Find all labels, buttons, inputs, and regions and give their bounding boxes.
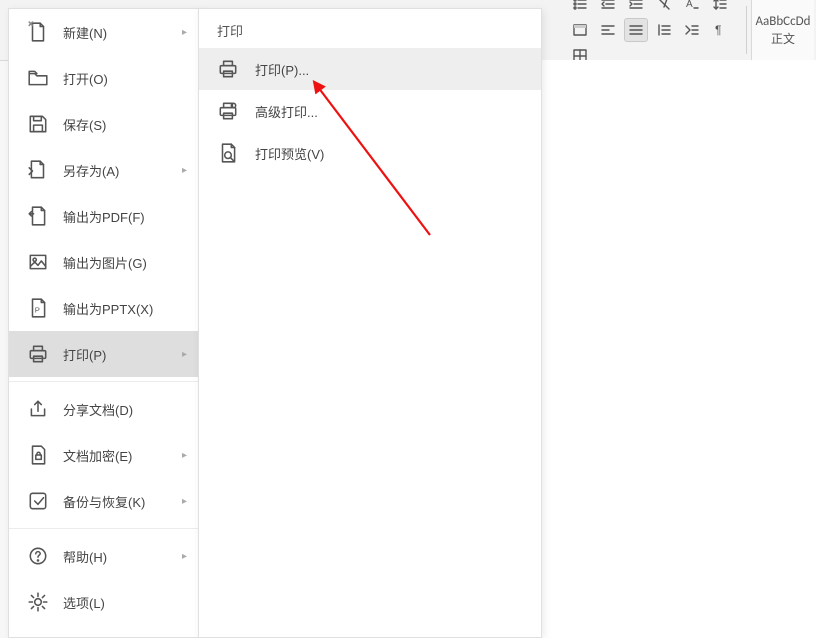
menu-export-image-label: 输出为图片(G) xyxy=(63,253,187,272)
app-root: A ¶ AaBbCcDd 正文 新建(N) ▸ xyxy=(0,0,816,638)
save-icon xyxy=(27,113,49,135)
svg-text:A: A xyxy=(686,0,693,10)
menu-help-label: 帮助(H) xyxy=(63,547,178,566)
menu-share[interactable]: 分享文档(D) xyxy=(9,386,199,432)
paragraph-mark-icon[interactable]: ¶ xyxy=(708,18,732,42)
menu-export-pptx[interactable]: P 输出为PPTX(X) xyxy=(9,285,199,331)
menu-export-pdf-label: 输出为PDF(F) xyxy=(63,207,187,226)
submenu-print-preview[interactable]: 打印预览(V) xyxy=(199,132,541,174)
svg-text:¶: ¶ xyxy=(715,23,721,37)
menu-save-label: 保存(S) xyxy=(63,115,187,134)
submenu-advanced-print[interactable]: 高级打印... xyxy=(199,90,541,132)
align-left-icon[interactable] xyxy=(596,18,620,42)
paragraph-group: A ¶ xyxy=(562,0,742,60)
menu-print-label: 打印(P) xyxy=(63,345,178,364)
menu-new[interactable]: 新建(N) ▸ xyxy=(9,9,199,55)
toolbar-separator xyxy=(746,6,747,54)
menu-export-image[interactable]: 输出为图片(G) xyxy=(9,239,199,285)
menu-backup-label: 备份与恢复(K) xyxy=(63,492,178,511)
indent-left-icon[interactable] xyxy=(596,0,620,16)
file-menu: 新建(N) ▸ 打开(O) 保存(S) 另存为(A) ▸ 输出为PDF(F) 输… xyxy=(8,8,200,638)
backup-icon xyxy=(27,490,49,512)
indent-right-icon[interactable] xyxy=(624,0,648,16)
image-icon xyxy=(27,251,49,273)
folder-open-icon xyxy=(27,67,49,89)
style-name-text: 正文 xyxy=(771,30,795,47)
menu-export-pptx-label: 输出为PPTX(X) xyxy=(63,299,187,318)
menu-backup[interactable]: 备份与恢复(K) ▸ xyxy=(9,478,199,524)
new-file-icon xyxy=(27,21,49,43)
print-submenu-header: 打印 xyxy=(199,9,541,48)
printer-icon xyxy=(217,58,239,80)
menu-save-as-label: 另存为(A) xyxy=(63,161,178,180)
print-preview-icon xyxy=(217,142,239,164)
align-justify-icon[interactable] xyxy=(624,18,648,42)
shading-icon[interactable] xyxy=(568,18,592,42)
style-sample-text: AaBbCcDd xyxy=(756,14,811,29)
printer-icon xyxy=(27,343,49,365)
submenu-arrow-icon: ▸ xyxy=(182,450,187,461)
menu-share-label: 分享文档(D) xyxy=(63,400,187,419)
menu-open-label: 打开(O) xyxy=(63,69,187,88)
print-submenu: 打印 打印(P)... 高级打印... 打印预览(V) xyxy=(198,8,542,638)
submenu-arrow-icon: ▸ xyxy=(182,165,187,176)
submenu-arrow-icon: ▸ xyxy=(182,349,187,360)
text-direction-icon[interactable]: A xyxy=(680,0,704,16)
submenu-advanced-print-label: 高级打印... xyxy=(255,102,523,121)
submenu-arrow-icon: ▸ xyxy=(182,551,187,562)
menu-print[interactable]: 打印(P) ▸ xyxy=(9,331,199,377)
menu-open[interactable]: 打开(O) xyxy=(9,55,199,101)
spacing-icon[interactable] xyxy=(708,0,732,16)
menu-options[interactable]: 选项(L) xyxy=(9,579,199,625)
share-icon xyxy=(27,398,49,420)
ribbon-right-group: A ¶ AaBbCcDd 正文 xyxy=(562,0,814,60)
svg-text:P: P xyxy=(35,305,40,314)
submenu-print-label: 打印(P)... xyxy=(255,60,523,79)
submenu-arrow-icon: ▸ xyxy=(182,27,187,38)
printer-settings-icon xyxy=(217,100,239,122)
pptx-icon: P xyxy=(27,297,49,319)
gear-icon xyxy=(27,591,49,613)
line-spacing-icon[interactable] xyxy=(652,18,676,42)
bullets-icon[interactable] xyxy=(568,0,592,16)
submenu-print-preview-label: 打印预览(V) xyxy=(255,144,523,163)
save-as-icon xyxy=(27,159,49,181)
lock-icon xyxy=(27,444,49,466)
clear-format-icon[interactable] xyxy=(652,0,676,16)
document-canvas xyxy=(540,60,816,638)
menu-divider xyxy=(9,381,199,382)
tabs-icon[interactable] xyxy=(680,18,704,42)
menu-options-label: 选项(L) xyxy=(63,593,187,612)
menu-help[interactable]: 帮助(H) ▸ xyxy=(9,533,199,579)
menu-encrypt-label: 文档加密(E) xyxy=(63,446,178,465)
menu-encrypt[interactable]: 文档加密(E) ▸ xyxy=(9,432,199,478)
submenu-arrow-icon: ▸ xyxy=(182,496,187,507)
help-icon xyxy=(27,545,49,567)
menu-divider xyxy=(9,528,199,529)
pdf-icon xyxy=(27,205,49,227)
menu-new-label: 新建(N) xyxy=(63,23,178,42)
style-normal[interactable]: AaBbCcDd 正文 xyxy=(751,0,814,60)
menu-export-pdf[interactable]: 输出为PDF(F) xyxy=(9,193,199,239)
submenu-print[interactable]: 打印(P)... xyxy=(199,48,541,90)
menu-save-as[interactable]: 另存为(A) ▸ xyxy=(9,147,199,193)
menu-save[interactable]: 保存(S) xyxy=(9,101,199,147)
